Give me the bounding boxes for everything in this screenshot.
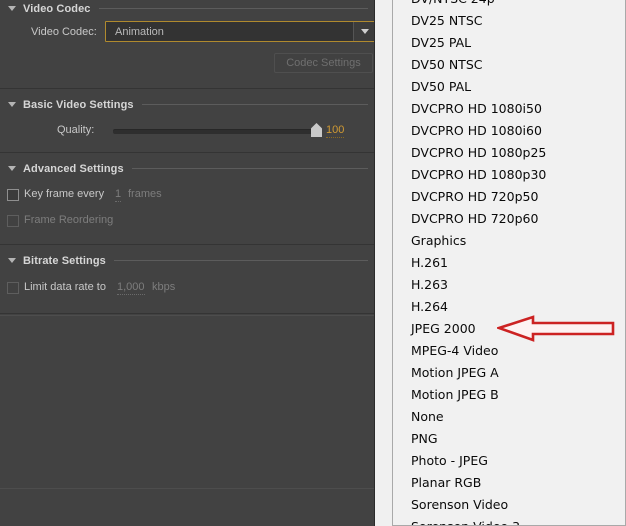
- quality-slider[interactable]: [113, 129, 318, 134]
- divider: [0, 88, 374, 89]
- dropdown-option[interactable]: DV50 PAL: [393, 76, 625, 98]
- section-header-advanced-settings[interactable]: Advanced Settings: [0, 160, 375, 177]
- limit-data-rate-checkbox[interactable]: [7, 282, 19, 294]
- dropdown-option[interactable]: Motion JPEG A: [393, 362, 625, 384]
- section-header-basic-video-settings[interactable]: Basic Video Settings: [0, 96, 375, 113]
- video-codec-select[interactable]: Animation: [105, 21, 375, 42]
- limit-data-rate-label: Limit data rate to: [24, 281, 106, 293]
- dropdown-option[interactable]: MPEG-4 Video: [393, 340, 625, 362]
- section-rule: [141, 104, 368, 105]
- section-title: Basic Video Settings: [23, 98, 134, 111]
- disclosure-triangle-icon[interactable]: [8, 4, 17, 13]
- panel-edge: [374, 0, 375, 526]
- dropdown-option[interactable]: DVCPRO HD 720p50: [393, 186, 625, 208]
- section-title: Advanced Settings: [23, 162, 124, 175]
- section-header-video-codec[interactable]: Video Codec: [0, 0, 375, 17]
- limit-data-rate-input[interactable]: 1,000: [117, 281, 145, 295]
- dropdown-option[interactable]: H.264: [393, 296, 625, 318]
- dropdown-option[interactable]: Motion JPEG B: [393, 384, 625, 406]
- dropdown-option[interactable]: DV25 PAL: [393, 32, 625, 54]
- screenshot-root: Video Codec Video Codec: Animation Codec…: [0, 0, 626, 526]
- dropdown-options: DV/NTSC 24pDV25 NTSCDV25 PALDV50 NTSCDV5…: [393, 0, 625, 525]
- codec-settings-button[interactable]: Codec Settings: [274, 53, 373, 73]
- dropdown-option[interactable]: None: [393, 406, 625, 428]
- dropdown-option[interactable]: DV50 NTSC: [393, 54, 625, 76]
- video-codec-label: Video Codec:: [31, 26, 97, 38]
- divider: [0, 488, 374, 489]
- section-title: Video Codec: [23, 2, 91, 15]
- divider: [0, 313, 374, 314]
- dropdown-option[interactable]: JPEG 2000: [393, 318, 625, 340]
- quality-label: Quality:: [57, 124, 95, 136]
- dropdown-option[interactable]: Sorenson Video: [393, 494, 625, 516]
- section-rule: [131, 168, 368, 169]
- chevron-down-icon[interactable]: [354, 22, 375, 41]
- section-title: Bitrate Settings: [23, 254, 106, 267]
- limit-data-rate-unit: kbps: [152, 281, 176, 293]
- section-rule: [98, 8, 368, 9]
- dropdown-option[interactable]: DVCPRO HD 1080i50: [393, 98, 625, 120]
- video-codec-dropdown-list[interactable]: DV/NTSC 24pDV25 NTSCDV25 PALDV50 NTSCDV5…: [392, 0, 626, 526]
- section-rule: [113, 260, 368, 261]
- dropdown-option[interactable]: DVCPRO HD 1080i60: [393, 120, 625, 142]
- dropdown-option[interactable]: Sorenson Video 3: [393, 516, 625, 525]
- disclosure-triangle-icon[interactable]: [8, 164, 17, 173]
- video-codec-selected-value: Animation: [115, 25, 164, 38]
- quality-slider-thumb[interactable]: [311, 123, 322, 137]
- dropdown-option[interactable]: PNG: [393, 428, 625, 450]
- frame-reordering-checkbox[interactable]: [7, 215, 19, 227]
- export-settings-panel: Video Codec Video Codec: Animation Codec…: [0, 0, 375, 526]
- disclosure-triangle-icon[interactable]: [8, 256, 17, 265]
- disclosure-triangle-icon[interactable]: [8, 100, 17, 109]
- key-frame-every-label: Key frame every: [24, 188, 105, 200]
- dropdown-option[interactable]: DV25 NTSC: [393, 10, 625, 32]
- dropdown-option[interactable]: H.263: [393, 274, 625, 296]
- frame-reordering-label: Frame Reordering: [24, 214, 114, 226]
- quality-value[interactable]: 100: [326, 124, 345, 138]
- dropdown-option[interactable]: DVCPRO HD 720p60: [393, 208, 625, 230]
- key-frame-every-unit: frames: [128, 188, 162, 200]
- dropdown-option[interactable]: H.261: [393, 252, 625, 274]
- key-frame-every-input[interactable]: 1: [115, 188, 122, 202]
- divider: [0, 152, 374, 153]
- dropdown-option[interactable]: DV/NTSC 24p: [393, 0, 625, 10]
- key-frame-every-checkbox[interactable]: [7, 189, 19, 201]
- divider: [0, 315, 374, 316]
- section-header-bitrate-settings[interactable]: Bitrate Settings: [0, 252, 375, 269]
- dropdown-option[interactable]: Planar RGB: [393, 472, 625, 494]
- divider: [0, 244, 374, 245]
- dropdown-option[interactable]: DVCPRO HD 1080p25: [393, 142, 625, 164]
- dropdown-option[interactable]: Photo - JPEG: [393, 450, 625, 472]
- dropdown-option[interactable]: DVCPRO HD 1080p30: [393, 164, 625, 186]
- dropdown-option[interactable]: Graphics: [393, 230, 625, 252]
